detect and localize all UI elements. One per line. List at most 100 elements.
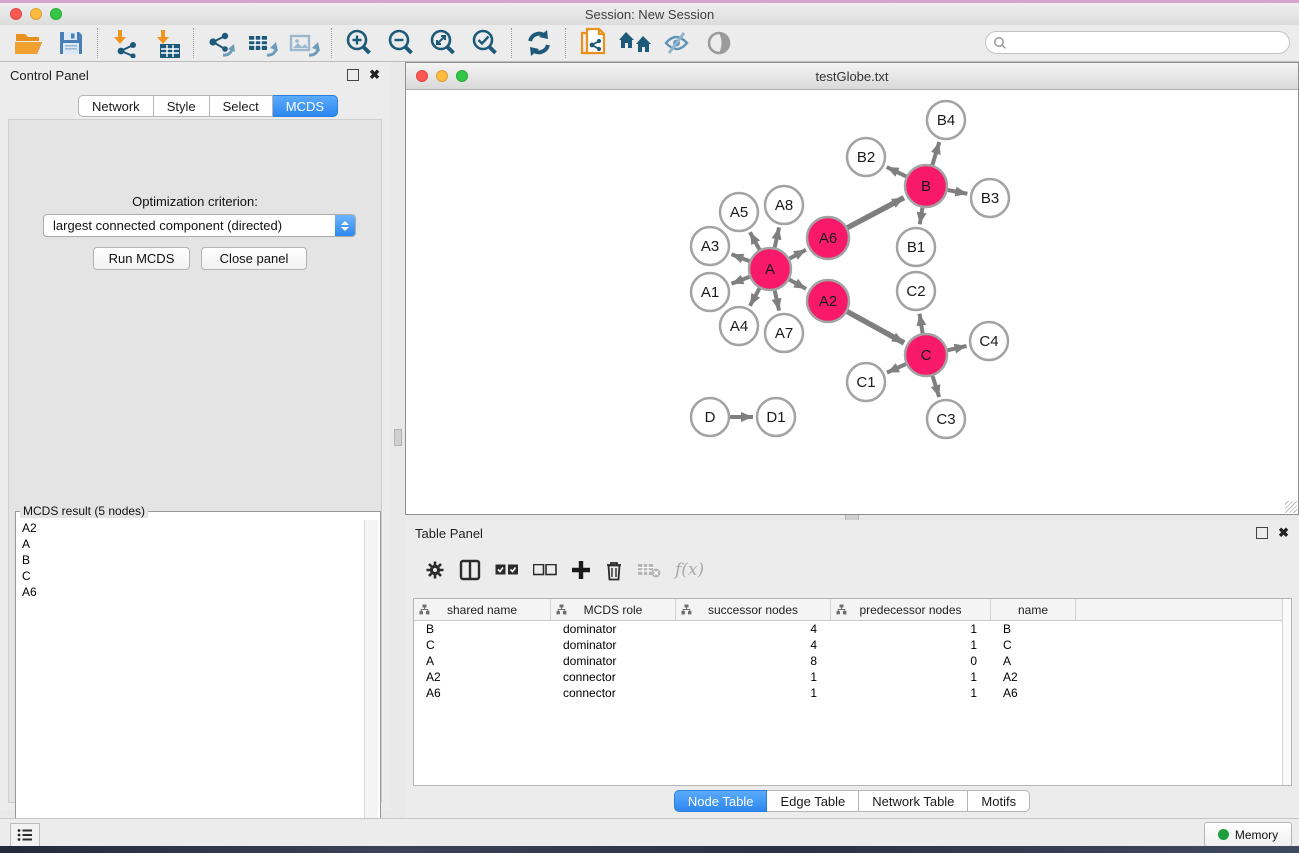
edge-A-A6[interactable] [788,250,806,260]
export-network-button[interactable] [200,27,242,59]
mcds-result-item[interactable]: A [22,536,364,552]
task-history-button[interactable] [10,823,40,847]
vertical-splitter-handle[interactable] [394,429,402,446]
graph-node-D1[interactable]: D1 [757,398,795,436]
zoom-out-button[interactable] [380,27,422,59]
mcds-result-item[interactable]: A2 [22,520,364,536]
network-window-titlebar[interactable]: testGlobe.txt [406,63,1298,90]
delete-column-button[interactable] [605,560,623,581]
import-table-button[interactable] [146,27,188,59]
show-graphics-details-button[interactable] [698,27,740,59]
hide-graphics-details-button[interactable] [656,27,698,59]
tab-network[interactable]: Network [78,95,154,117]
column-header-shared-name[interactable]: shared name [414,599,551,620]
mcds-result-item[interactable]: C [22,568,364,584]
graph-node-A2[interactable]: A2 [807,280,849,322]
graph-node-A5[interactable]: A5 [720,193,758,231]
table-cell[interactable]: 1 [676,670,831,684]
edge-B-B4[interactable] [932,142,940,167]
table-row[interactable]: Bdominator41B [414,621,1291,637]
graph-node-A1[interactable]: A1 [691,273,729,311]
table-cell[interactable]: 1 [831,686,991,700]
table-cell[interactable]: 1 [831,622,991,636]
graph-node-A[interactable]: A [749,248,791,290]
graph-node-A6[interactable]: A6 [807,217,849,259]
search-box[interactable] [985,31,1290,54]
table-cell[interactable]: A [991,654,1076,668]
table-cell[interactable]: connector [551,686,676,700]
float-table-panel-icon[interactable] [1256,527,1268,539]
export-image-button[interactable] [284,27,326,59]
welcome-screen-button[interactable] [614,27,656,59]
graph-node-C2[interactable]: C2 [897,272,935,310]
mcds-result-item[interactable]: A6 [22,584,364,600]
table-cell[interactable]: B [991,622,1076,636]
edge-C-C2[interactable] [920,314,923,336]
tab-motifs[interactable]: Motifs [968,790,1030,812]
table-cell[interactable]: dominator [551,622,676,636]
table-cell[interactable]: A6 [414,686,551,700]
table-settings-button[interactable] [425,560,445,580]
edge-A6-B[interactable] [846,198,904,229]
edge-C-C4[interactable] [946,346,967,351]
edge-C-C1[interactable] [887,363,908,372]
column-header-predecessor-nodes[interactable]: predecessor nodes [831,599,991,620]
import-network-button[interactable] [104,27,146,59]
edge-A-A2[interactable] [788,279,807,289]
criterion-dropdown[interactable]: largest connected component (directed) [43,214,356,237]
tab-mcds[interactable]: MCDS [273,95,338,117]
tab-network-table[interactable]: Network Table [859,790,968,812]
edge-B-B2[interactable] [887,167,908,177]
edge-B-B1[interactable] [920,206,923,225]
table-row[interactable]: A6connector11A6 [414,685,1291,701]
table-cell[interactable]: A2 [991,670,1076,684]
run-mcds-button[interactable]: Run MCDS [93,247,190,270]
mcds-result-scrollbar[interactable] [364,520,378,843]
table-row[interactable]: Cdominator41C [414,637,1291,653]
edge-B-B3[interactable] [946,190,968,194]
graph-node-A4[interactable]: A4 [720,307,758,345]
graph-node-C3[interactable]: C3 [927,400,965,438]
column-header-name[interactable]: name [991,599,1076,620]
edge-A-A4[interactable] [750,287,760,306]
unselect-all-columns-button[interactable] [533,564,557,576]
edge-A-A5[interactable] [750,232,760,251]
table-cell[interactable]: 1 [831,670,991,684]
graph-node-A7[interactable]: A7 [765,314,803,352]
tab-style[interactable]: Style [154,95,210,117]
table-cell[interactable]: A [414,654,551,668]
tab-node-table[interactable]: Node Table [674,790,768,812]
table-cell[interactable]: B [414,622,551,636]
node-table-scrollbar[interactable] [1282,599,1291,785]
table-cell[interactable]: 1 [676,686,831,700]
export-table-button[interactable] [242,27,284,59]
table-cell[interactable]: 0 [831,654,991,668]
graph-node-A8[interactable]: A8 [765,186,803,224]
node-table[interactable]: shared nameMCDS rolesuccessor nodesprede… [413,598,1292,786]
graph-node-B1[interactable]: B1 [897,228,935,266]
graph-node-B2[interactable]: B2 [847,138,885,176]
graph-node-C1[interactable]: C1 [847,363,885,401]
close-table-panel-icon[interactable]: ✖ [1278,528,1289,538]
table-cell[interactable]: C [991,638,1076,652]
select-all-columns-button[interactable] [495,564,519,576]
zoom-fit-button[interactable] [422,27,464,59]
tab-select[interactable]: Select [210,95,273,117]
table-cell[interactable]: 4 [676,622,831,636]
apply-layout-button[interactable] [518,27,560,59]
zoom-in-button[interactable] [338,27,380,59]
table-cell[interactable]: dominator [551,654,676,668]
table-cell[interactable]: C [414,638,551,652]
column-header-MCDS-role[interactable]: MCDS role [551,599,676,620]
edge-C-C3[interactable] [932,374,939,397]
table-cell[interactable]: 1 [831,638,991,652]
clone-network-button[interactable] [572,27,614,59]
tab-edge-table[interactable]: Edge Table [767,790,859,812]
network-graph-canvas[interactable]: B4B2BB3A8A5A6A3B1AC2A1A2A4A7C4CC1C3DD1 [406,89,1298,514]
float-panel-icon[interactable] [347,69,359,81]
memory-button[interactable]: Memory [1204,822,1292,847]
graph-node-A3[interactable]: A3 [691,227,729,265]
edge-A-A1[interactable] [731,276,751,284]
graph-node-C[interactable]: C [905,334,947,376]
graph-node-B3[interactable]: B3 [971,179,1009,217]
